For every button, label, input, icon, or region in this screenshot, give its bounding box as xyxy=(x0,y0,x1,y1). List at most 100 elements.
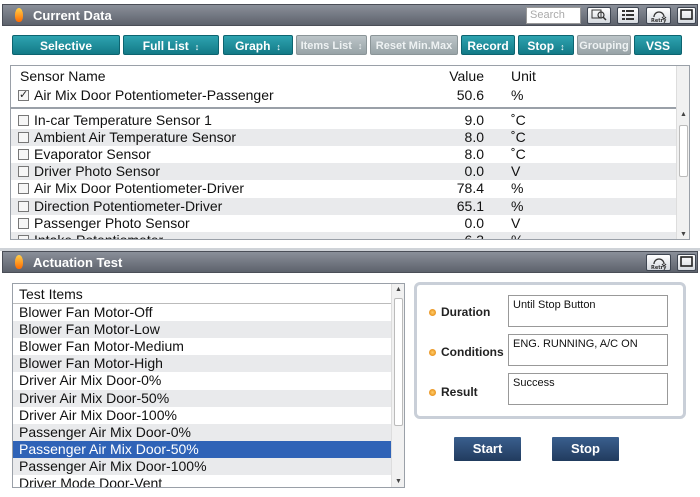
sensor-checkbox[interactable] xyxy=(18,234,29,239)
flame-icon xyxy=(15,255,23,269)
sensor-unit: ˚C xyxy=(511,129,526,146)
sensor-name: Passenger Photo Sensor xyxy=(34,214,190,231)
sensor-value: 0.0 xyxy=(464,214,484,231)
duration-label: Duration xyxy=(429,305,490,319)
current-data-toolbar: Selective Display↕ Full List ↕ Graph ↕ Ite… xyxy=(2,30,698,73)
sensor-checkbox[interactable] xyxy=(18,166,29,178)
sensor-checkbox[interactable] xyxy=(18,183,29,195)
vss-button[interactable]: VSS xyxy=(634,35,682,55)
test-item[interactable]: Driver Air Mix Door-50% xyxy=(13,389,391,407)
duration-label-text: Duration xyxy=(441,305,491,319)
result-field: Success xyxy=(508,373,668,405)
value-header: Value xyxy=(449,68,484,84)
svg-text:Retry: Retry xyxy=(651,18,667,23)
stop-button[interactable]: Stop xyxy=(552,437,619,461)
magnifier-icon[interactable] xyxy=(587,7,611,24)
sensor-name: Air Mix Door Potentiometer-Driver xyxy=(34,180,245,197)
grouping-button[interactable]: Grouping xyxy=(577,35,631,55)
record-button[interactable]: Record xyxy=(461,35,515,55)
test-item[interactable]: Driver Air Mix Door-100% xyxy=(13,407,391,424)
reset-minmax-button[interactable]: Reset Min.Max xyxy=(370,35,458,55)
start-button[interactable]: Start xyxy=(454,437,521,461)
pinned-sensor-value: 50.6 xyxy=(456,87,484,103)
test-items-header: Test Items xyxy=(19,286,83,302)
pinned-sensor-name: Air Mix Door Potentiometer-Passenger xyxy=(34,87,274,103)
updown-icon: ↕ xyxy=(194,42,200,52)
pinned-sensor-checkbox[interactable] xyxy=(18,87,29,104)
sensor-name: Evaporator Sensor xyxy=(34,146,151,163)
flame-icon xyxy=(15,8,23,22)
scroll-down-icon[interactable]: ▼ xyxy=(392,478,404,485)
list-icon[interactable] xyxy=(617,7,639,24)
stop-label: Stop xyxy=(527,39,555,53)
test-item-selected[interactable]: Passenger Air Mix Door-50% xyxy=(13,440,391,458)
sensor-checkbox[interactable] xyxy=(18,132,29,144)
test-item[interactable]: Blower Fan Motor-Low xyxy=(13,321,391,339)
search-input[interactable]: Search xyxy=(526,7,581,24)
full-list-button[interactable]: Full List ↕ xyxy=(123,35,219,55)
unit-header: Unit xyxy=(511,68,536,84)
test-item[interactable]: Passenger Air Mix Door-100% xyxy=(13,457,391,475)
sensor-row[interactable]: Evaporator Sensor 8.0 ˚C xyxy=(11,146,676,163)
sensor-unit: V xyxy=(511,163,521,180)
sensor-row[interactable]: Air Mix Door Potentiometer-Driver 78.4% xyxy=(11,180,676,197)
test-item[interactable]: Blower Fan Motor-High xyxy=(13,355,391,373)
test-item[interactable]: Passenger Air Mix Door-0% xyxy=(13,423,391,441)
retry-icon[interactable]: Retry xyxy=(646,7,671,24)
sensor-row[interactable]: Passenger Photo Sensor 0.0 V xyxy=(11,215,676,232)
sensor-row[interactable]: Intake Potentiometer 6.3% xyxy=(11,231,676,240)
sensor-row[interactable]: Direction Potentiometer-Driver 65.1% xyxy=(11,197,676,215)
stop-dropdown-button[interactable]: Stop ↕ xyxy=(518,35,574,55)
test-items-list: Test Items Blower Fan Motor-Off Blower Fa… xyxy=(12,283,405,488)
test-item[interactable]: Blower Fan Motor-Off xyxy=(13,304,391,321)
sensor-checkbox[interactable] xyxy=(18,149,29,161)
sensor-checkbox[interactable] xyxy=(18,200,29,212)
updown-icon: ↕ xyxy=(560,42,565,52)
sensor-value: 78.4 xyxy=(456,180,484,197)
window-icon[interactable] xyxy=(677,7,696,24)
graph-label: Graph xyxy=(235,39,271,53)
sensor-name: Intake Potentiometer xyxy=(34,231,164,240)
sensor-scrollbar[interactable]: ▲ ▼ xyxy=(676,109,689,239)
pinned-sensor-row[interactable]: Air Mix Door Potentiometer-Passenger 50.… xyxy=(11,87,661,104)
sensor-table-header: Sensor Name Value Unit xyxy=(11,68,661,85)
test-info-panel: Duration Until Stop Button Conditions EN… xyxy=(414,282,686,419)
sensor-scroll-thumb[interactable] xyxy=(679,125,688,177)
sensor-value: 65.1 xyxy=(456,197,484,214)
sensor-value: 8.0 xyxy=(464,129,484,146)
sensor-value: 0.0 xyxy=(464,163,484,180)
actuation-test-header: Actuation Test Retry xyxy=(2,251,698,273)
result-label: Result xyxy=(429,385,478,399)
sensor-table: Sensor Name Value Unit Air Mix Door Pote… xyxy=(10,65,690,240)
test-item[interactable]: Driver Mode Door-Vent xyxy=(13,475,391,487)
conditions-label-text: Conditions xyxy=(441,345,504,359)
graph-button[interactable]: Graph ↕ xyxy=(223,35,293,55)
scroll-down-icon[interactable]: ▼ xyxy=(677,231,689,238)
test-items-scroll-thumb[interactable] xyxy=(394,298,403,426)
current-data-title: Current Data xyxy=(33,8,112,23)
pinned-divider xyxy=(11,107,689,109)
test-item[interactable]: Driver Air Mix Door-0% xyxy=(13,372,391,389)
sensor-value: 9.0 xyxy=(464,112,484,128)
updown-icon: ↕ xyxy=(276,42,281,52)
selective-display-button[interactable]: Selective Display↕ xyxy=(12,35,120,73)
scroll-up-icon[interactable]: ▲ xyxy=(392,286,404,293)
sensor-name: In-car Temperature Sensor 1 xyxy=(34,112,212,128)
items-list-button[interactable]: Items List ↕ xyxy=(296,35,367,55)
sensor-checkbox[interactable] xyxy=(18,217,29,229)
sensor-row[interactable]: In-car Temperature Sensor 1 9.0 ˚C xyxy=(11,112,676,129)
scroll-up-icon[interactable]: ▲ xyxy=(677,111,689,118)
sensor-unit: ˚C xyxy=(511,146,526,163)
sensor-row[interactable]: Driver Photo Sensor 0.0 V xyxy=(11,163,676,181)
pinned-sensor-unit: % xyxy=(511,87,524,103)
sensor-row[interactable]: Ambient Air Temperature Sensor 8.0 ˚C xyxy=(11,129,676,147)
test-item[interactable]: Blower Fan Motor-Medium xyxy=(13,338,391,355)
conditions-field: ENG. RUNNING, A/C ON xyxy=(508,334,668,366)
sensor-name-header: Sensor Name xyxy=(20,68,106,84)
sensor-unit: ˚C xyxy=(511,112,526,128)
sensor-checkbox[interactable] xyxy=(18,115,29,126)
test-items-scrollbar[interactable]: ▲ ▼ xyxy=(391,284,404,487)
window-icon[interactable] xyxy=(677,254,696,271)
bullet-icon xyxy=(429,349,436,357)
retry-icon[interactable]: Retry xyxy=(646,254,671,271)
